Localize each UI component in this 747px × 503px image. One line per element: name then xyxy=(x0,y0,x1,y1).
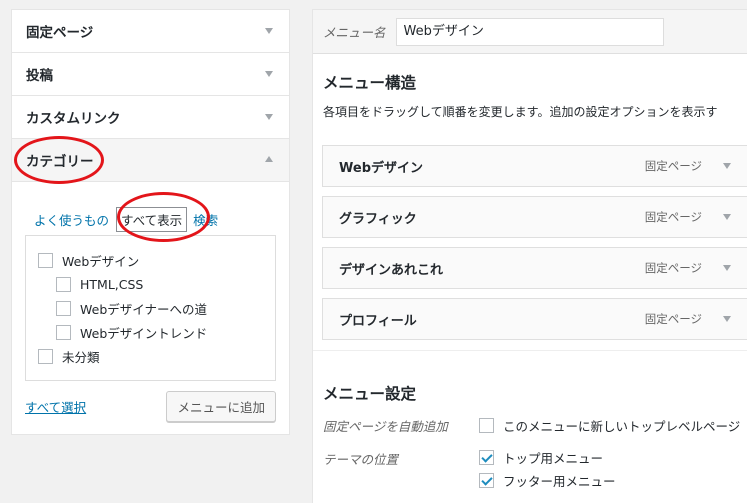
location-checkbox[interactable] xyxy=(479,450,494,465)
menu-editor-panel: メニュー名 Webデザイン メニュー構造 各項目をドラッグして順番を変更します。… xyxy=(312,9,747,503)
left-panel-footer: すべて選択 メニューに追加 xyxy=(25,391,276,422)
list-item[interactable]: Webデザイントレンド xyxy=(38,320,275,344)
chevron-down-icon[interactable] xyxy=(723,163,731,169)
category-label: HTML,CSS xyxy=(80,276,144,292)
category-checkbox[interactable] xyxy=(56,324,71,340)
list-item[interactable]: Webデザイン xyxy=(38,248,275,272)
chevron-down-icon xyxy=(265,71,273,77)
annotation-circle xyxy=(117,192,210,242)
theme-location-row: テーマの位置 xyxy=(323,449,479,468)
accordion-posts[interactable]: 投稿 xyxy=(12,53,289,96)
menu-name-input[interactable]: Webデザイン xyxy=(395,17,664,46)
menu-header: メニュー名 Webデザイン xyxy=(313,10,747,54)
menu-item[interactable]: Webデザイン 固定ページ xyxy=(322,145,747,187)
chevron-down-icon[interactable] xyxy=(723,316,731,322)
menu-item-title: Webデザイン xyxy=(339,160,423,176)
chevron-down-icon xyxy=(265,28,273,34)
category-label: Webデザイン xyxy=(62,253,140,269)
list-item[interactable]: トップ用メニュー xyxy=(479,446,616,469)
menu-structure-description: 各項目をドラッグして順番を変更します。追加の設定オプションを表示す xyxy=(323,105,718,119)
list-item[interactable]: Webデザイナーへの道 xyxy=(38,296,275,320)
menu-item-type: 固定ページ xyxy=(644,261,702,275)
menu-item-type: 固定ページ xyxy=(644,159,702,173)
accordion-posts-label: 投稿 xyxy=(26,68,53,84)
category-label: Webデザイントレンド xyxy=(80,325,208,341)
chevron-down-icon[interactable] xyxy=(723,265,731,271)
accordion-pages-label: 固定ページ xyxy=(26,25,94,41)
section-divider xyxy=(313,350,747,351)
menu-item-title: デザインあれこれ xyxy=(339,262,444,278)
category-label: 未分類 xyxy=(62,349,100,365)
accordion-pages[interactable]: 固定ページ xyxy=(12,10,289,53)
location-label: フッター用メニュー xyxy=(503,474,616,489)
menu-item[interactable]: グラフィック 固定ページ xyxy=(322,196,747,238)
auto-add-checkbox[interactable] xyxy=(479,418,494,433)
tab-most-used[interactable]: よく使うもの xyxy=(34,210,109,229)
list-item[interactable]: 未分類 xyxy=(38,344,275,368)
category-checkbox[interactable] xyxy=(38,348,53,364)
menu-item-title: プロフィール xyxy=(339,313,417,329)
chevron-down-icon[interactable] xyxy=(723,214,731,220)
menu-item-type: 固定ページ xyxy=(644,312,702,326)
annotation-circle xyxy=(14,136,104,184)
category-checkbox[interactable] xyxy=(56,276,71,292)
list-item[interactable]: フッター用メニュー xyxy=(479,469,616,492)
menu-structure-heading: メニュー構造 xyxy=(323,74,417,92)
add-to-menu-button[interactable]: メニューに追加 xyxy=(166,391,276,422)
menu-item[interactable]: デザインあれこれ 固定ページ xyxy=(322,247,747,289)
auto-add-label: 固定ページを自動追加 xyxy=(323,419,448,434)
theme-location-list: トップ用メニュー フッター用メニュー xyxy=(479,446,616,492)
theme-location-label: テーマの位置 xyxy=(323,452,399,467)
menu-name-label: メニュー名 xyxy=(323,25,386,40)
category-checkbox[interactable] xyxy=(56,300,71,316)
location-label: トップ用メニュー xyxy=(503,451,604,466)
location-checkbox[interactable] xyxy=(479,473,494,488)
category-checkbox[interactable] xyxy=(38,252,53,268)
accordion-custom-links-label: カスタムリンク xyxy=(26,111,121,127)
menu-item-title: グラフィック xyxy=(339,211,417,227)
auto-add-text: このメニューに新しいトップレベルページ xyxy=(503,419,741,434)
category-checklist: Webデザイン HTML,CSS Webデザイナーへの道 Webデザイントレンド… xyxy=(25,235,276,381)
auto-add-row: 固定ページを自動追加 このメニューに新しいトップレベルページ xyxy=(323,416,740,435)
select-all-link[interactable]: すべて選択 xyxy=(25,397,86,416)
category-label: Webデザイナーへの道 xyxy=(80,301,208,317)
menu-settings-heading: メニュー設定 xyxy=(323,385,417,403)
menu-item[interactable]: プロフィール 固定ページ xyxy=(322,298,747,340)
menu-item-type: 固定ページ xyxy=(644,210,702,224)
chevron-up-icon xyxy=(265,156,273,162)
accordion-custom-links[interactable]: カスタムリンク xyxy=(12,96,289,139)
list-item[interactable]: HTML,CSS xyxy=(38,272,275,296)
chevron-down-icon xyxy=(265,114,273,120)
